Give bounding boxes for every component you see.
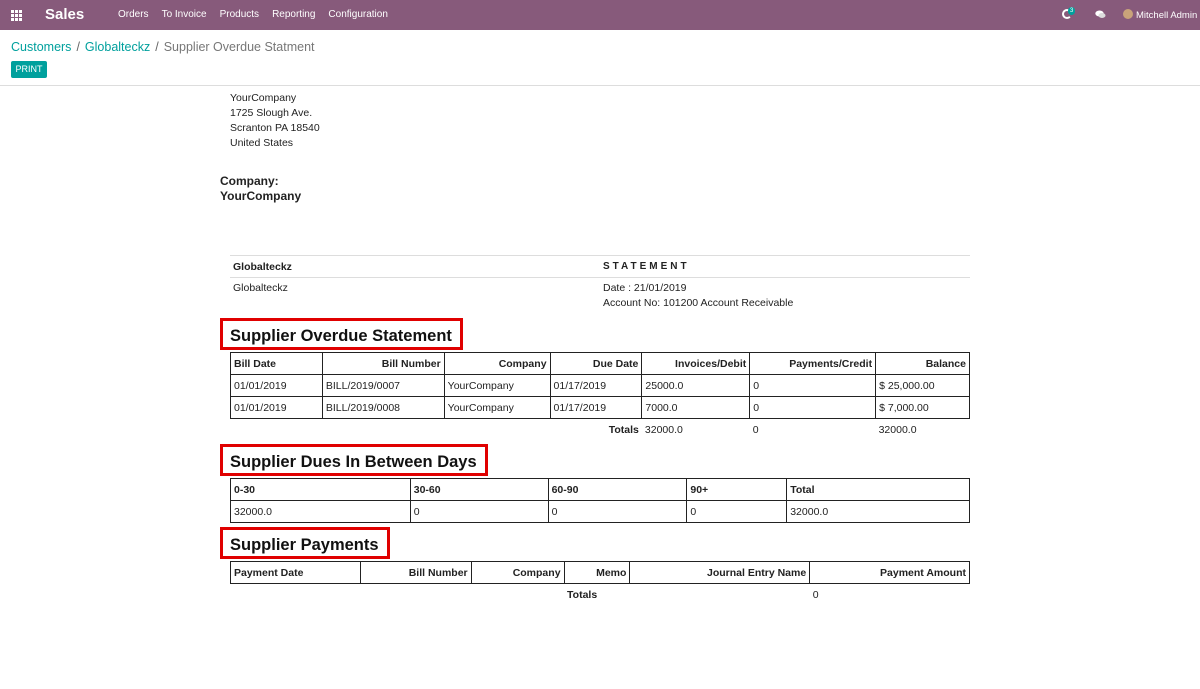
col-bill-number: Bill Number bbox=[321, 352, 445, 375]
col-0-30: 0-30 bbox=[230, 478, 411, 501]
user-name[interactable]: Mitchell Admin bbox=[1136, 10, 1197, 21]
top-navbar: Sales Orders To Invoice Products Reporti… bbox=[0, 0, 1200, 30]
cell-balance: $ 25,000.00 bbox=[875, 374, 970, 397]
statement-partner: Globalteckz bbox=[233, 261, 292, 273]
breadcrumb-separator: / bbox=[76, 40, 80, 54]
chat-icon[interactable] bbox=[1095, 10, 1106, 19]
cell-company: YourCompany bbox=[443, 396, 551, 419]
divider bbox=[230, 255, 970, 256]
col-memo: Memo bbox=[563, 561, 631, 584]
total-invoices-debit: 32000.0 bbox=[644, 423, 683, 436]
main-menu: Orders To Invoice Products Reporting Con… bbox=[118, 9, 401, 20]
statement-partner-detail: Globalteckz bbox=[233, 282, 288, 294]
col-60-90: 60-90 bbox=[547, 478, 688, 501]
apps-menu-icon[interactable] bbox=[11, 10, 22, 21]
table-header-row: Payment Date Bill Number Company Memo Jo… bbox=[230, 561, 970, 584]
breadcrumb-current: Supplier Overdue Statment bbox=[163, 40, 315, 54]
col-30-60: 30-60 bbox=[409, 478, 549, 501]
dues-section-title: Supplier Dues In Between Days bbox=[220, 444, 488, 476]
totals-label: Totals bbox=[567, 588, 598, 601]
cell-bill-number: BILL/2019/0007 bbox=[321, 374, 445, 397]
menu-orders[interactable]: Orders bbox=[118, 9, 149, 20]
cell-due-date: 01/17/2019 bbox=[549, 374, 643, 397]
statement-account: Account No: 101200 Account Receivable bbox=[603, 297, 794, 309]
col-bill-date: Bill Date bbox=[230, 352, 323, 375]
col-company: Company bbox=[470, 561, 565, 584]
cell-total: 32000.0 bbox=[786, 500, 970, 523]
col-payments-credit: Payments/Credit bbox=[749, 352, 877, 375]
col-bill-number: Bill Number bbox=[359, 561, 472, 584]
cell-60-90: 0 bbox=[547, 500, 688, 523]
table-row: 01/01/2019 BILL/2019/0007 YourCompany 01… bbox=[230, 374, 970, 397]
overdue-section-title: Supplier Overdue Statement bbox=[220, 318, 463, 350]
table-row: 01/01/2019 BILL/2019/0008 YourCompany 01… bbox=[230, 396, 970, 419]
address-line: United States bbox=[230, 137, 294, 149]
total-payment-amount: 0 bbox=[812, 588, 819, 601]
overdue-table: Bill Date Bill Number Company Due Date I… bbox=[230, 352, 970, 441]
cell-30-60: 0 bbox=[409, 500, 549, 523]
col-payment-amount: Payment Amount bbox=[809, 561, 970, 584]
cell-bill-number: BILL/2019/0008 bbox=[321, 396, 445, 419]
totals-label: Totals bbox=[608, 423, 639, 436]
cell-payments-credit: 0 bbox=[749, 396, 877, 419]
menu-products[interactable]: Products bbox=[220, 9, 259, 20]
cell-due-date: 01/17/2019 bbox=[549, 396, 643, 419]
company-label: Company: bbox=[220, 174, 279, 188]
col-balance: Balance bbox=[875, 352, 970, 375]
cell-0-30: 32000.0 bbox=[230, 500, 411, 523]
payments-section-title: Supplier Payments bbox=[220, 527, 390, 559]
cell-payments-credit: 0 bbox=[749, 374, 877, 397]
col-total: Total bbox=[786, 478, 970, 501]
col-journal-entry-name: Journal Entry Name bbox=[629, 561, 811, 584]
statement-title: STATEMENT bbox=[603, 261, 690, 272]
menu-reporting[interactable]: Reporting bbox=[272, 9, 315, 20]
dues-table: 0-30 30-60 60-90 90+ Total 32000.0 0 0 0… bbox=[230, 478, 970, 523]
company-address: YourCompany 1725 Slough Ave. Scranton PA… bbox=[230, 91, 320, 151]
total-payments-credit: 0 bbox=[752, 423, 759, 436]
address-line: 1725 Slough Ave. bbox=[230, 107, 313, 119]
table-header-row: 0-30 30-60 60-90 90+ Total bbox=[230, 478, 970, 501]
menu-configuration[interactable]: Configuration bbox=[328, 9, 387, 20]
breadcrumb-separator: / bbox=[155, 40, 159, 54]
company-name: YourCompany bbox=[220, 189, 302, 203]
divider bbox=[230, 277, 970, 278]
print-button[interactable]: PRINT bbox=[11, 61, 47, 78]
cell-company: YourCompany bbox=[443, 374, 551, 397]
total-balance: 32000.0 bbox=[878, 423, 917, 436]
activity-count-badge: 3 bbox=[1068, 7, 1076, 15]
user-avatar[interactable] bbox=[1123, 9, 1133, 19]
app-brand[interactable]: Sales bbox=[45, 6, 84, 23]
col-payment-date: Payment Date bbox=[230, 561, 361, 584]
address-line: YourCompany bbox=[230, 92, 297, 104]
payments-table: Payment Date Bill Number Company Memo Jo… bbox=[230, 561, 970, 606]
breadcrumb-customers[interactable]: Customers bbox=[11, 40, 71, 54]
col-90-plus: 90+ bbox=[686, 478, 788, 501]
table-header-row: Bill Date Bill Number Company Due Date I… bbox=[230, 352, 970, 375]
control-panel-divider bbox=[0, 85, 1200, 86]
breadcrumb-globalteckz[interactable]: Globalteckz bbox=[85, 40, 150, 54]
cell-90-plus: 0 bbox=[686, 500, 788, 523]
cell-bill-date: 01/01/2019 bbox=[230, 374, 323, 397]
breadcrumb: Customers / Globalteckz / Supplier Overd… bbox=[11, 40, 315, 54]
cell-bill-date: 01/01/2019 bbox=[230, 396, 323, 419]
cell-invoices-debit: 25000.0 bbox=[641, 374, 751, 397]
col-due-date: Due Date bbox=[549, 352, 643, 375]
col-invoices-debit: Invoices/Debit bbox=[641, 352, 751, 375]
menu-to-invoice[interactable]: To Invoice bbox=[162, 9, 207, 20]
cell-invoices-debit: 7000.0 bbox=[641, 396, 751, 419]
address-line: Scranton PA 18540 bbox=[230, 122, 320, 134]
statement-date: Date : 21/01/2019 bbox=[603, 282, 687, 294]
table-row: 32000.0 0 0 0 32000.0 bbox=[230, 500, 970, 523]
totals-row: Totals 0 bbox=[231, 584, 970, 606]
cell-balance: $ 7,000.00 bbox=[875, 396, 970, 419]
company-block: Company: YourCompany bbox=[220, 174, 301, 204]
col-company: Company bbox=[443, 352, 551, 375]
totals-row: Totals 32000.0 0 32000.0 bbox=[231, 419, 970, 441]
